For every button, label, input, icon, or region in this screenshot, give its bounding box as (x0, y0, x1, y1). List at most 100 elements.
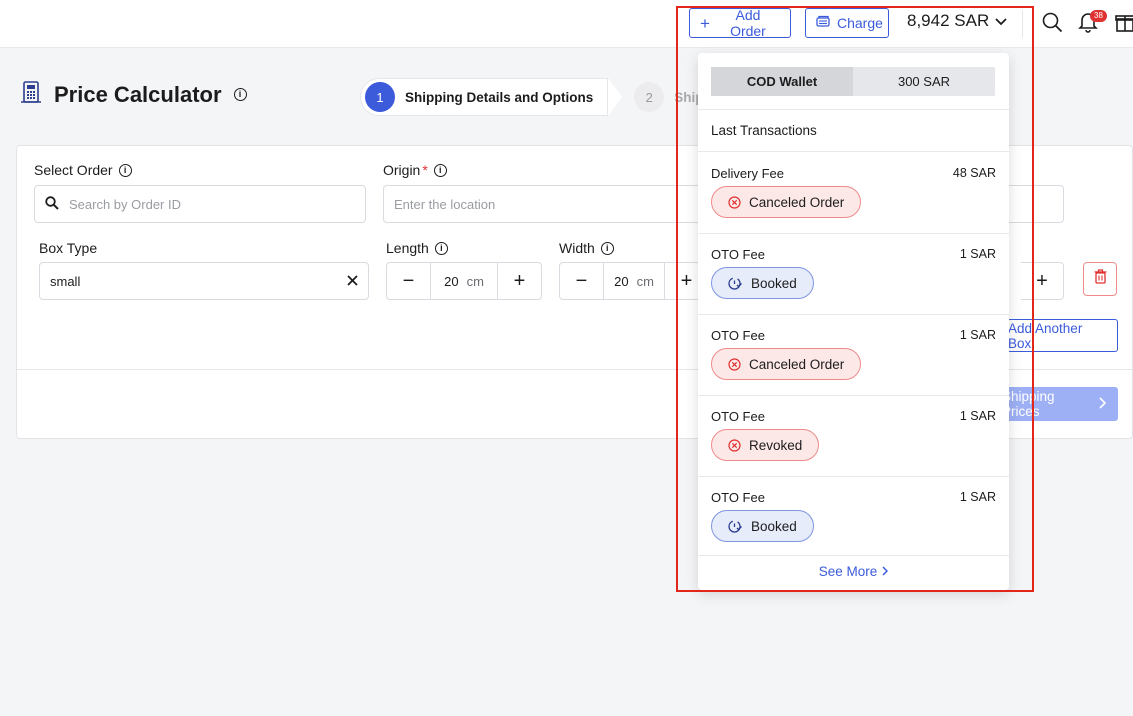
minus-button[interactable]: − (387, 263, 430, 299)
width-value-field[interactable]: 20 cm (603, 263, 665, 299)
wallet-icon (816, 15, 831, 31)
transaction-row: Delivery Fee 48 SAR Canceled Order (698, 152, 1009, 233)
info-icon[interactable]: i (433, 163, 447, 177)
select-order-label: Select Order i (34, 162, 132, 178)
transaction-row: OTO Fee 1 SAR Canceled Order (698, 314, 1009, 395)
search-placeholder: Search by Order ID (69, 196, 181, 212)
step-shipping[interactable]: 2 Ship (622, 78, 704, 116)
clear-icon[interactable] (347, 274, 358, 289)
transaction-amount: 1 SAR (959, 247, 996, 261)
cod-wallet-balance: 300 SAR (897, 74, 951, 89)
delete-box-button[interactable] (1083, 262, 1117, 296)
width-stepper: − 20 cm + (559, 262, 709, 300)
search-icon[interactable] (1040, 10, 1064, 34)
add-box-label: Add Another Box (1008, 320, 1083, 351)
chevron-down-icon (995, 11, 1007, 31)
info-icon[interactable]: i (233, 88, 247, 101)
box-type-select[interactable]: small (39, 262, 369, 300)
transaction-name: OTO Fee (711, 247, 765, 262)
length-unit: cm (466, 273, 484, 289)
box-type-value: small (50, 273, 81, 289)
width-label: Width i (559, 240, 614, 256)
plus-icon: + (700, 13, 710, 33)
status-label: Booked (751, 275, 797, 291)
box-type-text: Box Type (39, 240, 98, 256)
see-more-label: See More (818, 564, 878, 579)
clock-check-icon (728, 519, 743, 533)
length-value-field[interactable]: 20 cm (430, 263, 498, 299)
box-type-label: Box Type (39, 240, 97, 256)
origin-placeholder: Enter the location (394, 196, 496, 212)
length-text: Length (386, 240, 429, 256)
origin-input[interactable]: Enter the location (383, 185, 703, 223)
tab-cod-wallet[interactable]: COD Wallet (711, 67, 853, 96)
plus-button[interactable]: + (498, 263, 541, 299)
see-more-link[interactable]: See More (698, 564, 1009, 579)
add-order-button[interactable]: + Add Order (689, 7, 791, 39)
transaction-amount: 1 SAR (959, 409, 996, 423)
width-unit: cm (636, 273, 654, 289)
notification-badge: 38 (1090, 10, 1107, 22)
add-another-box-button[interactable]: Add Another Box (1007, 319, 1118, 352)
transaction-amount: 1 SAR (959, 490, 996, 504)
gift-icon[interactable] (1113, 10, 1133, 34)
clock-check-icon (728, 276, 743, 290)
search-icon (45, 195, 59, 213)
transaction-name: OTO Fee (711, 490, 765, 505)
chevron-right-icon (882, 564, 889, 579)
balance-value: 8,942 SAR (907, 11, 990, 30)
status-label: Revoked (749, 437, 803, 453)
last-transactions-heading: Last Transactions (711, 123, 817, 138)
width-text: Width (559, 240, 595, 256)
status-label: Booked (751, 518, 797, 534)
step-number: 1 (365, 82, 395, 112)
shipping-prices-label: Shipping Prices (1002, 389, 1055, 419)
balance-dropdown-toggle[interactable]: 8,942 SAR (907, 11, 1007, 31)
status-badge: Canceled Order (711, 186, 862, 218)
wallet-dropdown: COD Wallet 300 SAR Last Transactions Del… (698, 53, 1009, 590)
step-number: 2 (634, 82, 665, 112)
add-order-label: Add Order (730, 7, 766, 39)
order-search-input[interactable]: Search by Order ID (34, 185, 366, 223)
transaction-name: OTO Fee (711, 328, 765, 343)
cancel-circle-icon (728, 195, 741, 209)
dropdown-divider (698, 555, 1009, 556)
transaction-row: OTO Fee 1 SAR Revoked (698, 395, 1009, 476)
origin-text: Origin (383, 162, 421, 178)
minus-button[interactable]: − (560, 263, 603, 299)
step-shipping-details[interactable]: 1 Shipping Details and Options (360, 78, 609, 116)
status-label: Canceled Order (749, 194, 845, 210)
chevron-right-icon (1099, 396, 1107, 412)
cancel-circle-icon (728, 357, 741, 371)
calculator-icon (20, 80, 42, 109)
info-icon[interactable]: i (434, 241, 448, 255)
destination-input[interactable] (1007, 185, 1064, 223)
dropdown-divider (698, 109, 1009, 110)
top-bar: + Add Order Charge 8,942 SAR 38 (0, 0, 1133, 48)
info-icon[interactable]: i (600, 241, 614, 255)
width-value: 20 (614, 273, 629, 289)
length-label: Length i (386, 240, 448, 256)
info-icon[interactable]: i (118, 163, 132, 177)
shipping-prices-button[interactable]: Shipping Prices (1002, 387, 1118, 421)
wallet-toggle: COD Wallet 300 SAR (711, 67, 995, 96)
select-order-text: Select Order (34, 162, 113, 178)
transaction-amount: 1 SAR (959, 328, 996, 342)
origin-label: Origin * i (383, 162, 447, 178)
height-plus-button[interactable]: + (1021, 262, 1064, 300)
charge-button[interactable]: Charge (805, 8, 889, 38)
status-badge: Booked (711, 267, 814, 299)
progress-stepper: 1 Shipping Details and Options 2 Ship (360, 78, 704, 116)
charge-label: Charge (837, 15, 883, 31)
required-marker: * (422, 162, 428, 178)
status-badge: Revoked (711, 429, 820, 461)
transaction-name: OTO Fee (711, 409, 765, 424)
trash-icon (1094, 269, 1107, 289)
length-stepper: − 20 cm + (386, 262, 542, 300)
transaction-row: OTO Fee 1 SAR Booked (698, 476, 1009, 557)
header-divider (1022, 10, 1023, 38)
step-arrow (608, 78, 623, 116)
status-badge: Booked (711, 510, 814, 542)
transaction-amount: 48 SAR (952, 166, 996, 180)
transaction-name: Delivery Fee (711, 166, 784, 181)
